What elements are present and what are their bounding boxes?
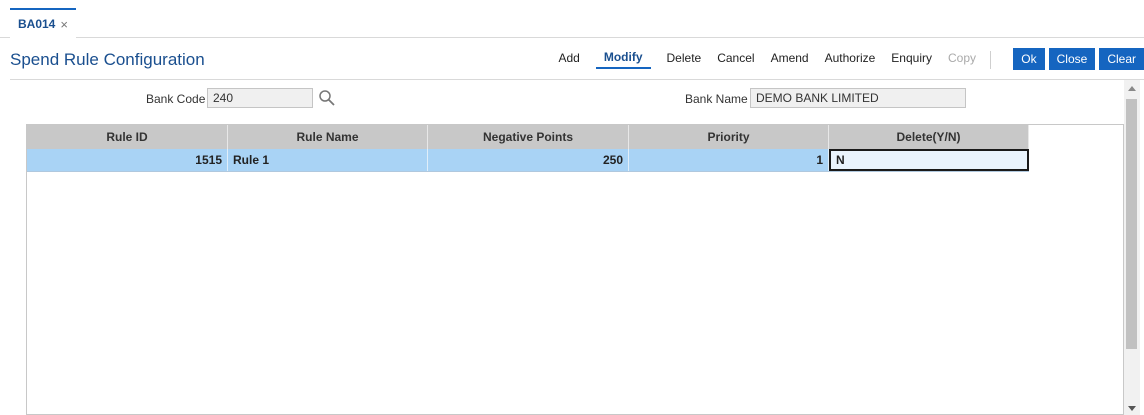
page-header: Spend Rule Configuration Add Modify Dele… <box>10 38 1144 80</box>
chevron-down-icon[interactable] <box>1128 406 1136 411</box>
delete-action[interactable]: Delete <box>667 51 702 68</box>
delete-flag-input[interactable]: N <box>829 149 1029 171</box>
search-icon[interactable] <box>318 89 336 107</box>
grid-header: Rule ID Rule Name Negative Points Priori… <box>27 125 1029 149</box>
bank-name-label: Bank Name <box>685 92 748 106</box>
form-area: Bank Code 240 Bank Name DEMO BANK LIMITE… <box>0 80 1124 120</box>
tab-label: BA014 <box>18 17 56 31</box>
ok-button[interactable]: Ok <box>1013 48 1045 70</box>
negative-points-cell[interactable]: 250 <box>428 149 629 171</box>
copy-action: Copy <box>947 51 976 65</box>
tab-strip: BA014 × <box>0 0 1144 38</box>
bank-code-label: Bank Code <box>146 92 206 106</box>
close-button[interactable]: Close <box>1048 48 1096 70</box>
row-divider <box>27 171 1029 172</box>
priority-cell[interactable]: 1 <box>629 149 829 171</box>
button-group: Ok Close Clear <box>1009 48 1144 70</box>
bank-code-field[interactable]: 240 <box>207 88 313 108</box>
amend-action[interactable]: Amend <box>771 51 809 68</box>
column-header[interactable]: Priority <box>629 125 829 149</box>
toolbar-divider <box>990 50 991 69</box>
column-header[interactable]: Rule ID <box>27 125 228 149</box>
table-row[interactable]: 1515 Rule 1 250 1 N <box>27 149 1029 171</box>
page-title: Spend Rule Configuration <box>10 50 205 69</box>
column-header[interactable]: Delete(Y/N) <box>829 125 1029 149</box>
rules-grid: Rule ID Rule Name Negative Points Priori… <box>26 124 1124 415</box>
bank-name-field: DEMO BANK LIMITED <box>750 88 966 108</box>
chevron-up-icon[interactable] <box>1128 86 1136 91</box>
action-bar: Add Modify Delete Cancel Amend Authorize… <box>542 50 991 69</box>
close-icon[interactable]: × <box>60 17 68 32</box>
column-header[interactable]: Negative Points <box>428 125 629 149</box>
modify-action[interactable]: Modify <box>595 50 651 69</box>
column-header[interactable]: Rule Name <box>228 125 428 149</box>
enquiry-action[interactable]: Enquiry <box>891 51 932 68</box>
vertical-scrollbar[interactable] <box>1124 80 1140 415</box>
cancel-action[interactable]: Cancel <box>717 51 754 68</box>
rule-id-cell[interactable]: 1515 <box>27 149 228 171</box>
authorize-action[interactable]: Authorize <box>825 51 876 68</box>
clear-button[interactable]: Clear <box>1099 48 1144 70</box>
tab-ba014[interactable]: BA014 × <box>10 8 76 38</box>
add-action[interactable]: Add <box>558 51 579 68</box>
scrollbar-thumb[interactable] <box>1126 99 1137 349</box>
rule-name-cell[interactable]: Rule 1 <box>228 149 428 171</box>
